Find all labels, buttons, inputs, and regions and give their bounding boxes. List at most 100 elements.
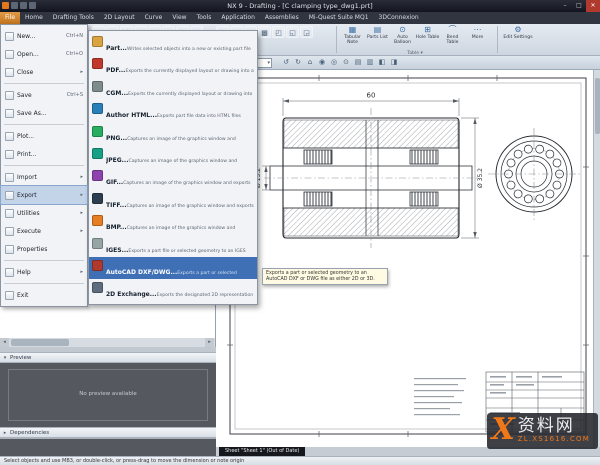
- menu-separator: [4, 283, 84, 284]
- tooltip: Exports a part or selected geometry to a…: [262, 268, 388, 285]
- menu-view[interactable]: View: [167, 12, 191, 24]
- hole-table-button[interactable]: ⊞ Hole Table: [415, 25, 440, 51]
- jpeg-icon: [92, 148, 103, 159]
- export-item-iges[interactable]: IGES...Exports a part file or selected g…: [89, 235, 257, 257]
- scroll-left-icon[interactable]: ◂: [0, 338, 9, 347]
- menu-2d-layout[interactable]: 2D Layout: [99, 12, 140, 24]
- export-item-author-html[interactable]: Author HTML...Exports part file data int…: [89, 100, 257, 122]
- menu-item-label: Save: [17, 92, 65, 99]
- menu-item-utilities[interactable]: Utilities ▸: [1, 204, 87, 222]
- close-button[interactable]: ✕: [586, 0, 600, 12]
- dimension-length[interactable]: 60: [367, 92, 376, 100]
- bend-table-icon: ⌒: [440, 25, 465, 35]
- bend-table-button[interactable]: ⌒ Bend Table: [440, 25, 465, 51]
- dimension-outer-diameter[interactable]: Ø 35.2: [477, 168, 484, 188]
- menu-assemblies[interactable]: Assemblies: [260, 12, 304, 24]
- submenu-arrow-icon: ▸: [80, 174, 83, 180]
- view-quadrant-3-icon[interactable]: ◲: [300, 26, 313, 38]
- export-item-bmp[interactable]: BMP...Captures an image of the graphics …: [89, 212, 257, 234]
- export-item-label: PDF...: [106, 67, 125, 74]
- part-icon: [92, 36, 103, 47]
- export-item-part[interactable]: Part...Writes selected objects into a ne…: [89, 33, 257, 55]
- export-item-label: Part...: [106, 45, 127, 52]
- dependencies-panel-title: Dependencies: [10, 430, 49, 436]
- menu-application[interactable]: Application: [216, 12, 260, 24]
- tabular-note-button[interactable]: ▦ Tabular Note: [340, 25, 365, 51]
- dependencies-panel-header[interactable]: ▸Dependencies: [0, 427, 216, 438]
- export-item-jpeg[interactable]: JPEG...Captures an image of the graphics…: [89, 145, 257, 167]
- home-view-icon[interactable]: ⌂: [304, 56, 316, 69]
- menu-drafting-tools[interactable]: Drafting Tools: [48, 12, 99, 24]
- menu-item-label: Properties: [17, 246, 81, 253]
- section-view[interactable]: [264, 108, 478, 248]
- view-quadrant-2-icon[interactable]: ◱: [286, 26, 299, 38]
- half-shade-icon[interactable]: ◧: [376, 56, 388, 69]
- menu-shortcut: Ctrl+S: [67, 92, 83, 98]
- file-menu: New... Ctrl+N Open... Ctrl+O Close ▸ Sav…: [0, 24, 88, 307]
- auto-balloon-button[interactable]: ⊙ Auto Balloon: [390, 25, 415, 51]
- menu-item-close[interactable]: Close ▸: [1, 63, 87, 81]
- export-item-label: IGES...: [106, 247, 128, 254]
- preview-panel-header[interactable]: ▾Preview: [0, 352, 216, 363]
- menu-item-plot[interactable]: Plot...: [1, 127, 87, 145]
- graphics-window[interactable]: 60 Ø 35.2 Ø 15.2: [216, 70, 600, 447]
- menu-file[interactable]: File: [0, 12, 20, 24]
- menu-mi-quest[interactable]: Mi-Quest Suite MQ1: [304, 12, 374, 24]
- menu-item-open[interactable]: Open... Ctrl+O: [1, 45, 87, 63]
- export-item-png[interactable]: PNG...Captures an image of the graphics …: [89, 123, 257, 145]
- export-item-gif[interactable]: GIF...Captures an image of the graphics …: [89, 167, 257, 189]
- menu-item-properties[interactable]: Properties: [1, 240, 87, 258]
- export-item-label: AutoCAD DXF/DWG...: [106, 269, 177, 276]
- hole-table-label: Hole Table: [415, 35, 440, 40]
- view-quadrant-1-icon[interactable]: ◰: [272, 26, 285, 38]
- zoom-icon[interactable]: ◎: [328, 56, 340, 69]
- submenu-arrow-icon: ▸: [80, 228, 83, 234]
- fit-view-icon[interactable]: ◉: [316, 56, 328, 69]
- vertical-scrollbar-thumb[interactable]: [595, 78, 600, 134]
- more-button[interactable]: ⋯ More: [465, 25, 490, 51]
- export-item-2d-exchange[interactable]: 2D Exchange...Exports the designated 2D …: [89, 279, 257, 301]
- scroll-right-icon[interactable]: ▸: [205, 338, 214, 347]
- minimize-button[interactable]: –: [558, 0, 572, 12]
- menu-item-print[interactable]: Print...: [1, 145, 87, 163]
- maximize-button[interactable]: □: [572, 0, 586, 12]
- menu-item-export[interactable]: Export ▸: [1, 186, 87, 204]
- sheet-tab[interactable]: Sheet "Sheet 1" (Out of Date): [219, 447, 305, 456]
- fill-pattern-icon[interactable]: ▩: [258, 26, 271, 38]
- pan-icon[interactable]: ⊙: [340, 56, 352, 69]
- menu-curve[interactable]: Curve: [140, 12, 168, 24]
- menu-home[interactable]: Home: [20, 12, 48, 24]
- drafting-sheet[interactable]: 60 Ø 35.2 Ø 15.2: [216, 70, 600, 447]
- parts-list-button[interactable]: ▤ Parts List: [365, 25, 390, 51]
- close-part-icon: [5, 68, 14, 77]
- display-mode-icon[interactable]: ▥: [364, 56, 376, 69]
- menu-item-execute[interactable]: Execute ▸: [1, 222, 87, 240]
- utilities-icon: [5, 209, 14, 218]
- export-item-cgm[interactable]: CGM...Exports the currently displayed la…: [89, 78, 257, 100]
- nx-window: NX 9 - Drafting - [C clamping type_dwg1.…: [0, 0, 600, 465]
- auto-balloon-label: Auto Balloon: [390, 35, 415, 45]
- export-item-autocad-dxf-dwg[interactable]: AutoCAD DXF/DWG...Exports a part or sele…: [89, 257, 257, 279]
- menu-item-import[interactable]: Import ▸: [1, 168, 87, 186]
- menu-item-help[interactable]: Help ▸: [1, 263, 87, 281]
- vertical-scrollbar[interactable]: [593, 70, 600, 447]
- export-item-tiff[interactable]: TIFF...Captures an image of the graphics…: [89, 190, 257, 212]
- menu-item-new[interactable]: New... Ctrl+N: [1, 27, 87, 45]
- horizontal-scrollbar[interactable]: ◂ ▸: [0, 338, 216, 347]
- horizontal-scrollbar-thumb[interactable]: [11, 339, 69, 346]
- layer-icon[interactable]: ▤: [352, 56, 364, 69]
- edit-settings-label: Edit Settings: [502, 35, 534, 40]
- menu-shortcut: Ctrl+N: [66, 33, 83, 39]
- ribbon-separator: [336, 26, 337, 53]
- redo-view-icon[interactable]: ↻: [292, 56, 304, 69]
- edit-settings-button[interactable]: ⚙ Edit Settings: [502, 25, 534, 51]
- menu-separator: [4, 260, 84, 261]
- menu-item-save[interactable]: Save Ctrl+S: [1, 86, 87, 104]
- menu-item-exit[interactable]: Exit: [1, 286, 87, 304]
- half-shade-right-icon[interactable]: ◨: [388, 56, 400, 69]
- export-item-pdf[interactable]: PDF...Exports the currently displayed la…: [89, 55, 257, 77]
- menu-item-save-as[interactable]: Save As...: [1, 104, 87, 122]
- undo-view-icon[interactable]: ↺: [280, 56, 292, 69]
- menu-3dconnexion[interactable]: 3DConnexion: [374, 12, 424, 24]
- menu-tools[interactable]: Tools: [192, 12, 217, 24]
